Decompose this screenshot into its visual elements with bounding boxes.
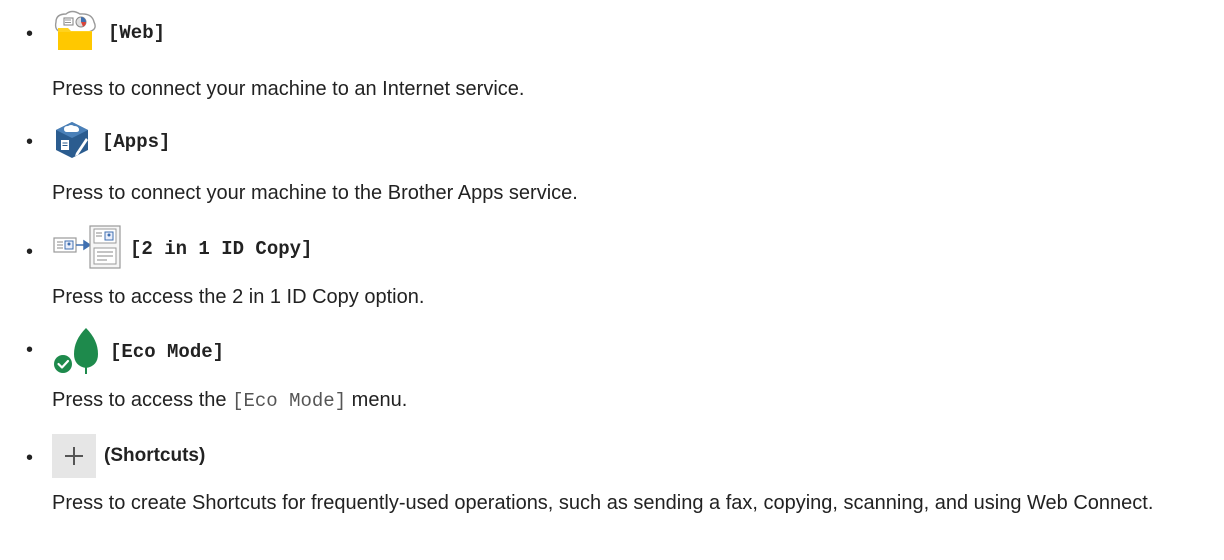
item-label: (Shortcuts) <box>104 445 206 466</box>
id-copy-icon[interactable] <box>52 224 122 275</box>
item-description: Press to access the [Eco Mode] menu. <box>52 387 1212 414</box>
item-heading: [Apps] <box>52 120 171 165</box>
item-description: Press to connect your machine to the Bro… <box>52 182 578 204</box>
eco-mode-code: [Eco Mode] <box>232 390 347 412</box>
item-heading: [Web] <box>52 10 166 57</box>
web-icon[interactable] <box>52 10 100 57</box>
bullet: • <box>26 23 34 45</box>
description-text: menu. <box>346 389 408 411</box>
item-heading: [Eco Mode] <box>52 326 225 379</box>
item-label: [Apps] <box>102 131 171 153</box>
bullet: • <box>26 131 34 153</box>
item-heading: [2 in 1 ID Copy] <box>52 224 313 275</box>
apps-icon[interactable] <box>52 120 92 165</box>
item-description: Press to create Shortcuts for frequently… <box>52 492 1154 514</box>
bullet: • <box>26 241 34 263</box>
bullet: • <box>26 339 34 361</box>
plus-icon[interactable] <box>52 434 96 478</box>
bullet: • <box>26 447 34 469</box>
item-heading: (Shortcuts) <box>52 434 205 478</box>
item-label: [2 in 1 ID Copy] <box>130 238 313 260</box>
item-description: Press to access the 2 in 1 ID Copy optio… <box>52 286 425 308</box>
description-text: Press to access the <box>52 389 233 411</box>
item-label: [Web] <box>108 22 166 44</box>
item-description: Press to connect your machine to an Inte… <box>52 78 525 100</box>
item-label: [Eco Mode] <box>110 341 225 363</box>
eco-mode-icon[interactable] <box>52 326 102 379</box>
